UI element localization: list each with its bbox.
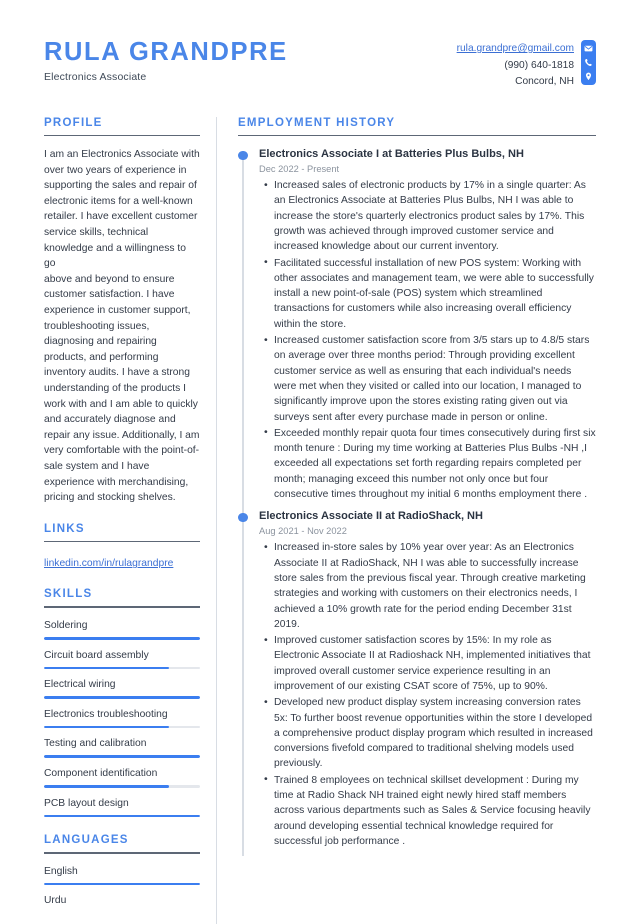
skill-bar-fill	[44, 755, 200, 758]
job-dates: Dec 2022 - Present	[259, 164, 596, 174]
contact-email[interactable]: rula.grandpre@gmail.com	[457, 41, 574, 58]
section-rule	[44, 135, 200, 137]
section-rule	[44, 852, 200, 854]
language-item: Urdu	[44, 894, 200, 907]
contact-location: Concord, NH	[457, 74, 574, 91]
skill-item: Circuit board assembly	[44, 649, 200, 670]
section-rule	[44, 606, 200, 608]
language-label: English	[44, 865, 200, 878]
link-item-linkedin[interactable]: linkedin.com/in/rulagrandpre	[44, 558, 173, 569]
skill-label: Electronics troubleshooting	[44, 708, 200, 721]
section-title-languages: LANGUAGES	[44, 834, 200, 852]
skill-bar-fill	[44, 637, 200, 640]
skill-label: Circuit board assembly	[44, 649, 200, 662]
phone-icon	[584, 58, 593, 67]
candidate-name: RULA GRANDPRE	[44, 38, 288, 66]
contact-block: rula.grandpre@gmail.com (990) 640-1818 C…	[457, 34, 596, 91]
section-title-employment: EMPLOYMENT HISTORY	[238, 117, 596, 135]
contact-phone: (990) 640-1818	[457, 58, 574, 75]
envelope-icon	[584, 44, 593, 53]
skill-bar-track	[44, 726, 200, 729]
job-bullet: Improved customer satisfaction scores by…	[274, 633, 596, 694]
employment-timeline: Electronics Associate I at Batteries Plu…	[238, 147, 596, 856]
section-profile: PROFILE I am an Electronics Associate wi…	[44, 117, 200, 506]
skill-bar-track	[44, 755, 200, 758]
timeline-dot-icon	[238, 151, 248, 161]
job-bullet: Facilitated successful installation of n…	[274, 256, 596, 332]
resume-body: PROFILE I am an Electronics Associate wi…	[44, 117, 596, 924]
job-bullet: Trained 8 employees on technical skillse…	[274, 773, 596, 849]
contact-details: rula.grandpre@gmail.com (990) 640-1818 C…	[457, 40, 574, 91]
location-pin-icon	[584, 72, 593, 81]
identity-block: RULA GRANDPRE Electronics Associate	[44, 34, 288, 83]
job-heading: Electronics Associate I at Batteries Plu…	[259, 147, 596, 161]
skill-bar-track	[44, 696, 200, 699]
skill-bar-fill	[44, 815, 200, 818]
profile-text: I am an Electronics Associate with over …	[44, 147, 200, 506]
section-rule	[238, 135, 596, 137]
skill-item: Component identification	[44, 767, 200, 788]
skill-item: Electronics troubleshooting	[44, 708, 200, 729]
language-bar-fill	[44, 883, 200, 886]
section-rule	[44, 541, 200, 543]
language-bar-track	[44, 883, 200, 886]
candidate-job-title: Electronics Associate	[44, 71, 288, 83]
job-bullet: Exceeded monthly repair quota four times…	[274, 426, 596, 502]
skill-label: Testing and calibration	[44, 737, 200, 750]
job-bullet: Increased sales of electronic products b…	[274, 178, 596, 254]
resume-page: RULA GRANDPRE Electronics Associate rula…	[0, 0, 640, 905]
timeline-dot-icon	[238, 513, 248, 523]
section-languages: LANGUAGES English Urdu	[44, 834, 200, 907]
section-skills: SKILLS Soldering Circuit board assembly …	[44, 588, 200, 817]
skill-label: Soldering	[44, 619, 200, 632]
job-bullet: Developed new product display system inc…	[274, 695, 596, 771]
skill-label: Component identification	[44, 767, 200, 780]
skill-bar-track	[44, 815, 200, 818]
skill-bar-track	[44, 637, 200, 640]
job-heading: Electronics Associate II at RadioShack, …	[259, 509, 596, 523]
skill-bar-track	[44, 667, 200, 670]
skill-item: Testing and calibration	[44, 737, 200, 758]
job-dates: Aug 2021 - Nov 2022	[259, 526, 596, 536]
language-item: English	[44, 865, 200, 886]
section-title-profile: PROFILE	[44, 117, 200, 135]
skill-label: PCB layout design	[44, 797, 200, 810]
section-title-skills: SKILLS	[44, 588, 200, 606]
job-bullet-list: Increased sales of electronic products b…	[259, 178, 596, 502]
contact-icon-bar	[581, 40, 596, 85]
skill-bar-fill	[44, 667, 169, 670]
language-label: Urdu	[44, 894, 200, 907]
sidebar: PROFILE I am an Electronics Associate wi…	[44, 117, 216, 924]
section-links: LINKS linkedin.com/in/rulagrandpre	[44, 523, 200, 572]
skill-item: Soldering	[44, 619, 200, 640]
skill-bar-fill	[44, 696, 200, 699]
job-bullet: Increased customer satisfaction score fr…	[274, 333, 596, 425]
main-column: EMPLOYMENT HISTORY Electronics Associate…	[217, 117, 596, 924]
skill-bar-fill	[44, 726, 169, 729]
job-bullet-list: Increased in-store sales by 10% year ove…	[259, 540, 596, 849]
resume-header: RULA GRANDPRE Electronics Associate rula…	[44, 34, 596, 91]
job-entry: Electronics Associate I at Batteries Plu…	[238, 147, 596, 509]
job-bullet: Increased in-store sales by 10% year ove…	[274, 540, 596, 632]
job-entry: Electronics Associate II at RadioShack, …	[238, 509, 596, 856]
skill-item: PCB layout design	[44, 797, 200, 818]
skill-bar-track	[44, 785, 200, 788]
skill-label: Electrical wiring	[44, 678, 200, 691]
section-title-links: LINKS	[44, 523, 200, 541]
section-employment: EMPLOYMENT HISTORY Electronics Associate…	[238, 117, 596, 857]
skill-item: Electrical wiring	[44, 678, 200, 699]
skill-bar-fill	[44, 785, 169, 788]
